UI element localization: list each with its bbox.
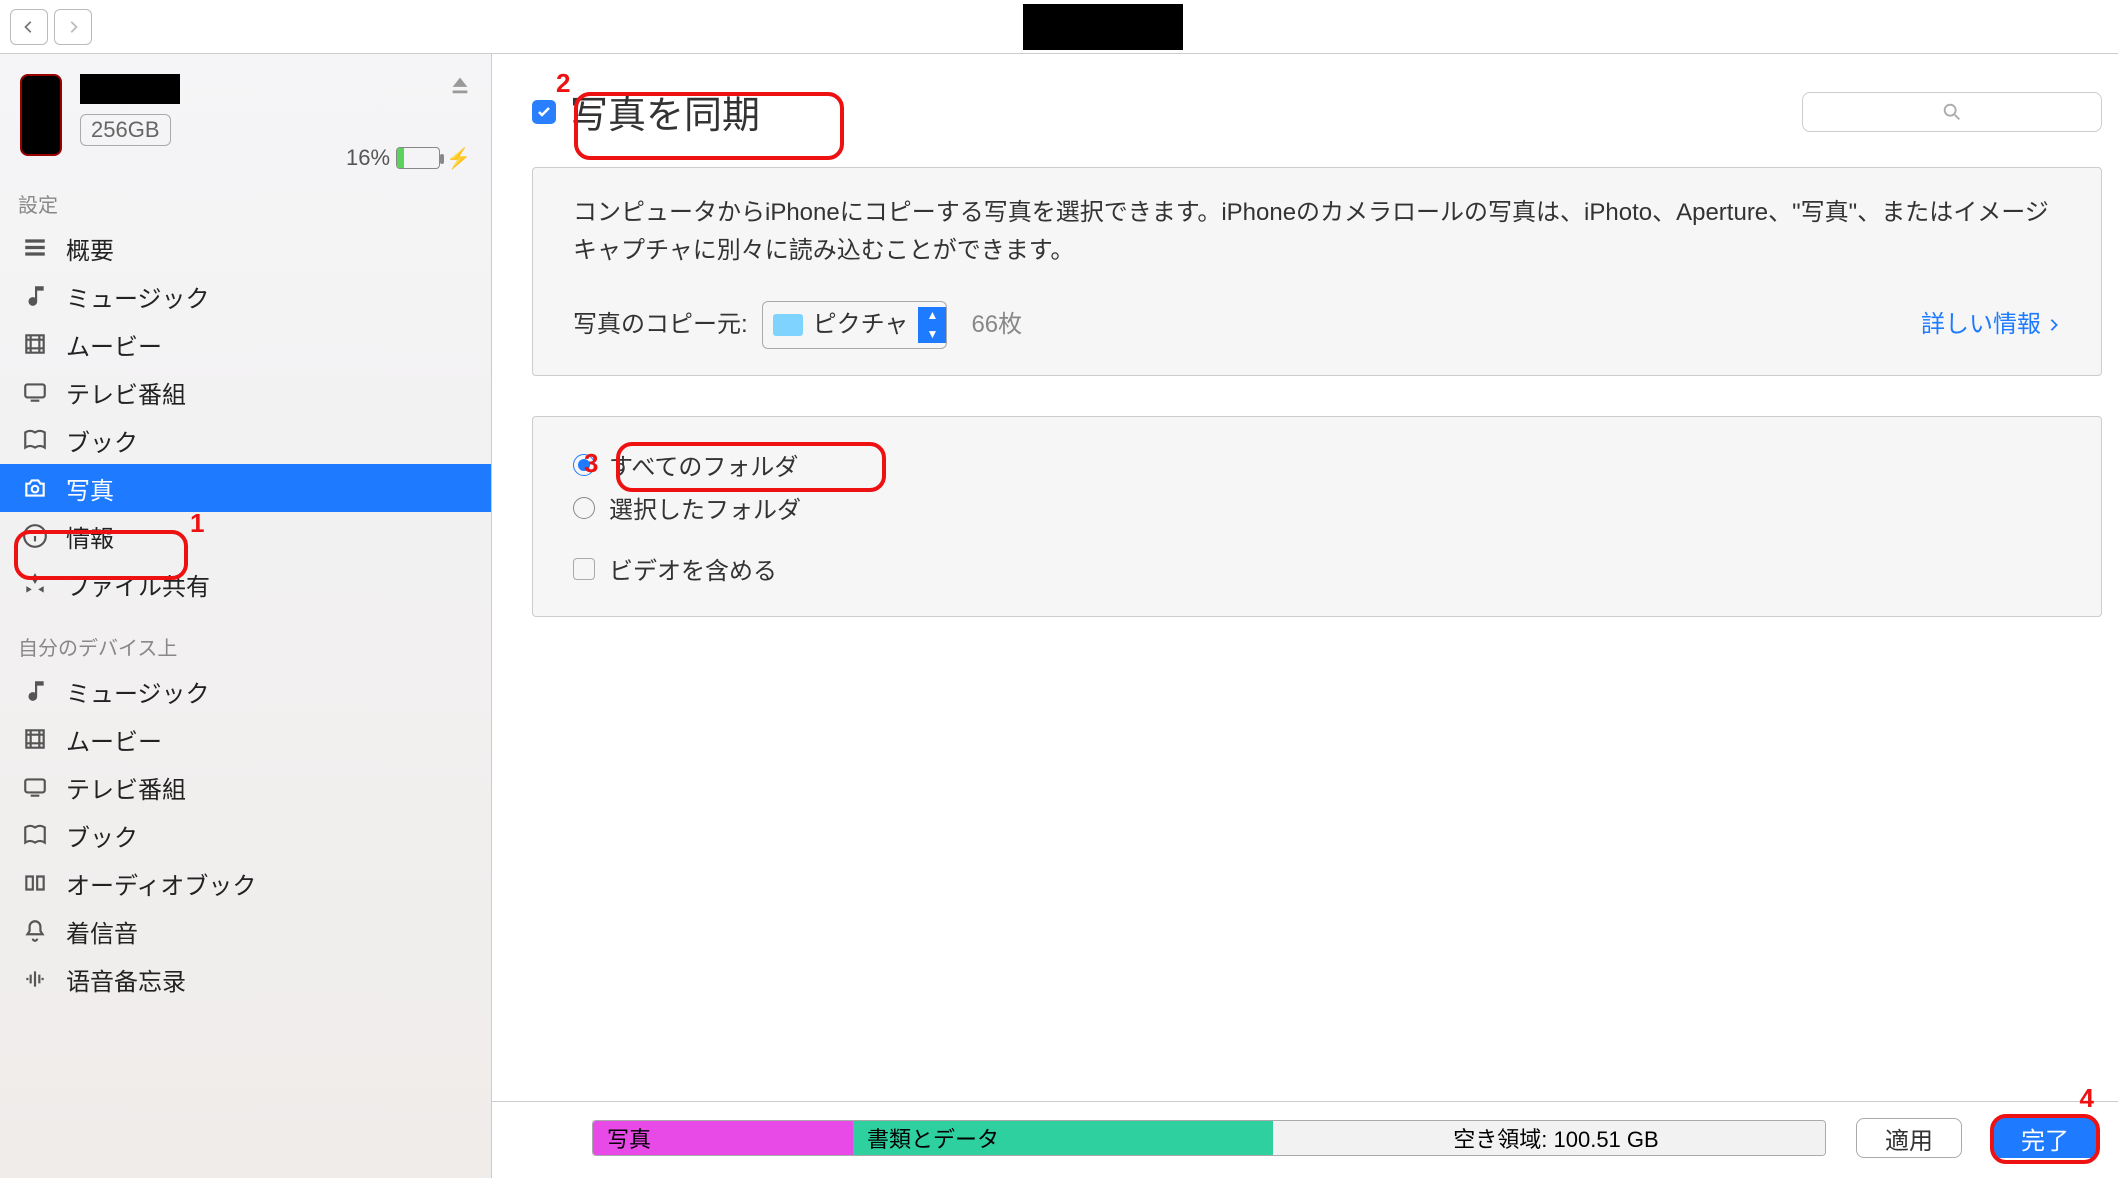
sidebar-item-label: 写真 <box>66 471 114 506</box>
sidebar-item-movies[interactable]: ムービー <box>0 320 491 368</box>
sync-photos-title: 写真を同期 <box>570 84 760 139</box>
sidebar-item-music[interactable]: ミュージック <box>0 272 491 320</box>
photo-count: 66枚 <box>971 306 1022 344</box>
more-info-link[interactable]: 詳しい情報 <box>1921 306 2061 344</box>
done-button[interactable]: 完了 <box>1992 1118 2098 1158</box>
sidebar-item-label: ミュージック <box>66 674 210 709</box>
section-ondevice-label: 自分のデバイス上 <box>0 626 491 667</box>
camera-icon <box>20 473 50 503</box>
sidebar-item-label: ムービー <box>66 722 162 757</box>
ondevice-books[interactable]: ブック <box>0 811 491 859</box>
eject-button[interactable] <box>449 74 471 101</box>
radio-selected-label: 選択したフォルダ <box>609 490 801 525</box>
sidebar-item-label: 语音备忘录 <box>66 962 186 997</box>
sidebar-item-label: ミュージック <box>66 279 210 314</box>
apps-icon <box>20 569 50 599</box>
audiobook-icon <box>20 868 50 898</box>
ondevice-tones[interactable]: 着信音 <box>0 907 491 955</box>
ondevice-tv[interactable]: テレビ番組 <box>0 763 491 811</box>
battery-icon <box>396 147 440 169</box>
sidebar-item-label: 情報 <box>66 519 114 554</box>
film-icon <box>20 724 50 754</box>
storage-photos-seg: 写真 <box>593 1121 853 1155</box>
sidebar-item-filesharing[interactable]: ファイル共有 <box>0 560 491 608</box>
folder-icon <box>773 314 803 336</box>
storage-bar: 写真 書類とデータ 空き領域: 100.51 GB <box>592 1120 1826 1156</box>
ondevice-music[interactable]: ミュージック <box>0 667 491 715</box>
footer: 写真 書類とデータ 空き領域: 100.51 GB 適用 完了 <box>492 1101 2118 1178</box>
device-phone-icon <box>20 74 62 156</box>
sidebar-item-label: テレビ番組 <box>66 770 186 805</box>
sidebar-item-photos[interactable]: 写真 <box>0 464 491 512</box>
sidebar: 256GB 16% ⚡ 設定 概要 ミュージック <box>0 54 492 1178</box>
ondevice-audiobooks[interactable]: オーディオブック <box>0 859 491 907</box>
storage-free-seg: 空き領域: 100.51 GB <box>1273 1121 1825 1155</box>
book-icon <box>20 820 50 850</box>
tv-icon <box>20 377 50 407</box>
info-icon <box>20 521 50 551</box>
section-settings-label: 設定 <box>0 183 491 224</box>
sidebar-item-books[interactable]: ブック <box>0 416 491 464</box>
radio-all-label: すべてのフォルダ <box>609 447 798 482</box>
device-name-redacted <box>80 74 180 104</box>
description-text: コンピュータからiPhoneにコピーする写真を選択できます。iPhoneのカメラ… <box>573 194 2061 271</box>
film-icon <box>20 329 50 359</box>
folder-options-panel: すべてのフォルダ 選択したフォルダ ビデオを含める <box>532 416 2102 617</box>
main-content: 写真を同期 コンピュータからiPhoneにコピーする写真を選択できます。iPho… <box>492 54 2118 1178</box>
sidebar-item-label: ブック <box>66 818 138 853</box>
apply-button[interactable]: 適用 <box>1856 1118 1962 1158</box>
dropdown-arrows-icon: ▲▼ <box>918 307 946 343</box>
radio-selected-folders[interactable] <box>573 497 595 519</box>
sidebar-item-summary[interactable]: 概要 <box>0 224 491 272</box>
ondevice-movies[interactable]: ムービー <box>0 715 491 763</box>
bell-icon <box>20 916 50 946</box>
book-icon <box>20 425 50 455</box>
device-storage: 256GB <box>80 114 171 146</box>
forward-button[interactable] <box>54 9 92 45</box>
include-videos-label: ビデオを含める <box>609 551 777 586</box>
sidebar-item-label: テレビ番組 <box>66 375 186 410</box>
waveform-icon <box>20 964 50 994</box>
sidebar-item-tv[interactable]: テレビ番組 <box>0 368 491 416</box>
storage-docs-seg: 書類とデータ <box>853 1121 1273 1155</box>
copyfrom-dropdown[interactable]: ピクチャ ▲▼ <box>762 301 948 349</box>
device-header: 256GB 16% ⚡ <box>0 54 491 183</box>
sidebar-item-label: ムービー <box>66 327 162 362</box>
sync-photos-checkbox[interactable] <box>532 100 556 124</box>
charging-icon: ⚡ <box>446 146 471 171</box>
sidebar-item-label: ブック <box>66 423 138 458</box>
title-redacted <box>1023 4 1183 50</box>
sidebar-item-label: ファイル共有 <box>66 567 210 602</box>
battery-percent: 16% <box>346 145 390 171</box>
music-icon <box>20 281 50 311</box>
toolbar <box>0 0 2118 54</box>
ondevice-voicememos[interactable]: 语音备忘录 <box>0 955 491 1003</box>
sidebar-item-info[interactable]: 情報 <box>0 512 491 560</box>
search-input[interactable] <box>1802 92 2102 132</box>
copyfrom-label: 写真のコピー元: <box>573 306 748 344</box>
copyfrom-value: ピクチャ <box>813 302 919 348</box>
sidebar-item-label: 着信音 <box>66 914 138 949</box>
tv-icon <box>20 772 50 802</box>
description-panel: コンピュータからiPhoneにコピーする写真を選択できます。iPhoneのカメラ… <box>532 167 2102 376</box>
sidebar-item-label: オーディオブック <box>66 866 256 901</box>
include-videos-checkbox[interactable] <box>573 558 595 580</box>
list-icon <box>20 233 50 263</box>
sidebar-item-label: 概要 <box>66 231 114 266</box>
back-button[interactable] <box>10 9 48 45</box>
music-icon <box>20 676 50 706</box>
radio-all-folders[interactable] <box>573 454 595 476</box>
